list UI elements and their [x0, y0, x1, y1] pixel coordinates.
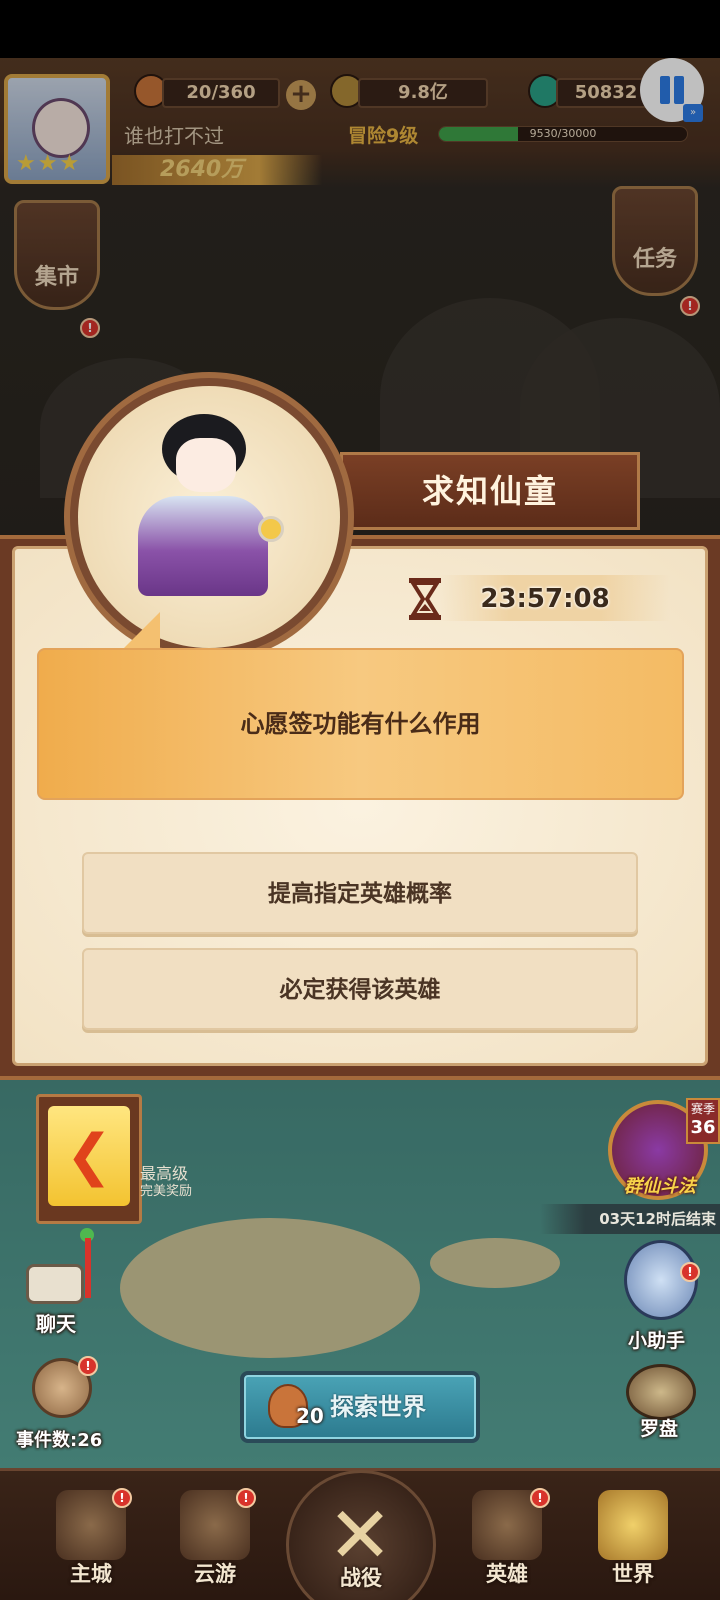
chat-label[interactable]: 聊天 [36, 1308, 76, 1337]
banner-tassel [85, 1238, 91, 1298]
nav-label[interactable]: 战役 [306, 1562, 416, 1592]
alert-icon: ! [236, 1488, 256, 1508]
npc-robe [138, 496, 268, 596]
nav-travel[interactable]: 云游 [160, 1468, 270, 1600]
nav-main-city[interactable]: 主城 [36, 1468, 146, 1600]
pvp-event-title: 群仙斗法 [624, 1176, 696, 1197]
season-badge: 赛季 36 [686, 1098, 720, 1144]
chat-icon[interactable] [26, 1264, 84, 1304]
alert-icon: ! [78, 1356, 98, 1376]
npc-face [176, 438, 236, 492]
nav-label: 主城 [70, 1562, 112, 1586]
answer-option-1-button[interactable]: 提高指定英雄概率 [82, 852, 638, 934]
alert-icon: ! [680, 1262, 700, 1282]
nav-heroes[interactable]: 英雄 [452, 1468, 562, 1600]
mountain-icon [598, 1490, 668, 1560]
alert-icon: ! [112, 1488, 132, 1508]
npc-portrait [78, 386, 340, 648]
npc-lantern [258, 516, 284, 542]
season-label: 赛季 [690, 1102, 715, 1116]
season-number: 36 [690, 1117, 716, 1138]
compass-icon[interactable] [626, 1364, 696, 1420]
alert-icon: ! [530, 1488, 550, 1508]
nav-label: 英雄 [486, 1562, 528, 1586]
nav-world[interactable]: 世界 [578, 1468, 688, 1600]
event-note-2: 完美奖励 [140, 1184, 193, 1199]
question-text: 心愿签功能有什么作用 [240, 710, 481, 738]
back-arrow-icon[interactable]: ❮ [48, 1106, 130, 1206]
hourglass-icon [409, 578, 441, 620]
explore-cost: 20 [296, 1404, 324, 1428]
answer-option-2-button[interactable]: 必定获得该英雄 [82, 948, 638, 1030]
countdown-timer: 23:57:08 [480, 584, 610, 614]
npc-name: 求知仙童 [421, 472, 558, 510]
status-bar [0, 0, 720, 58]
nav-label: 世界 [612, 1562, 654, 1586]
compass-label[interactable]: 罗盘 [640, 1414, 678, 1441]
event-count[interactable]: 事件数:26 [16, 1426, 102, 1452]
event-countdown: 03天12时后结束 [599, 1210, 716, 1228]
nav-label: 云游 [194, 1562, 236, 1586]
speech-bubble-tail [124, 612, 160, 648]
helper-label[interactable]: 小助手 [628, 1326, 685, 1353]
explore-world-label[interactable]: 探索世界 [330, 1371, 480, 1443]
